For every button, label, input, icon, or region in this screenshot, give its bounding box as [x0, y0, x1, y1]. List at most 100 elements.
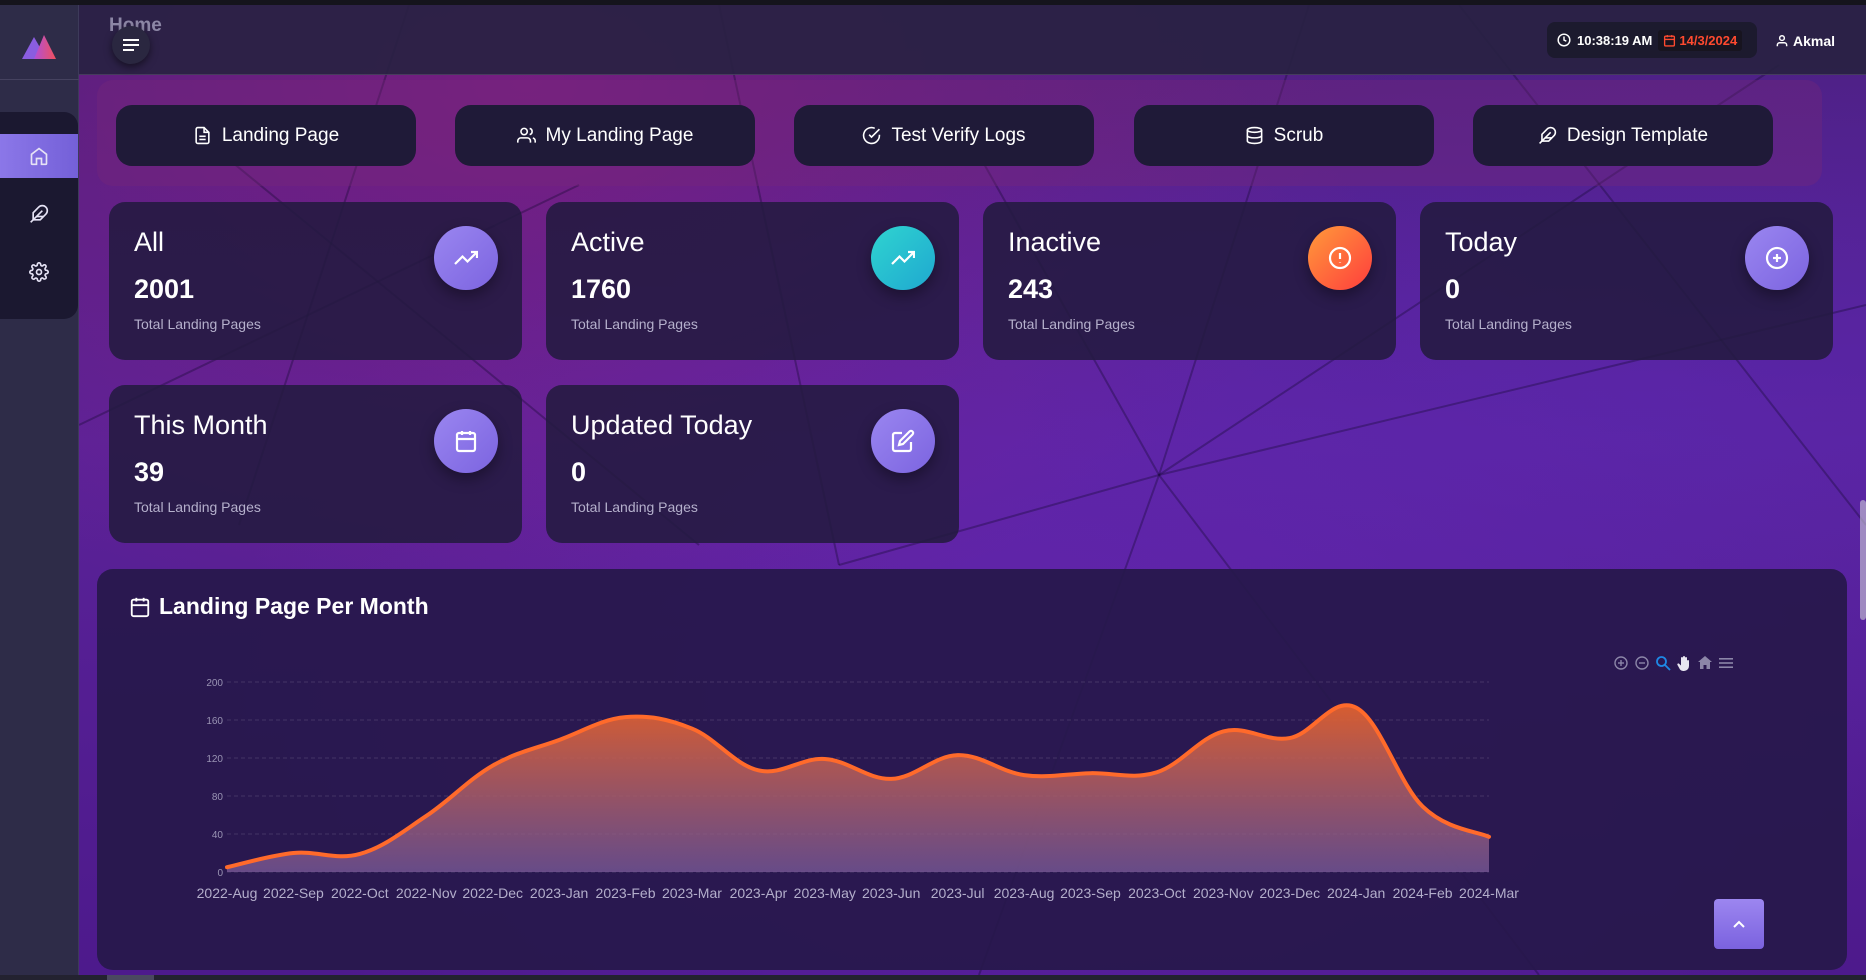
- stat-card-active: Active 1760 Total Landing Pages: [546, 202, 959, 360]
- x-tick-label: 2022-Oct: [331, 885, 389, 901]
- alert-circle-icon: [1328, 246, 1352, 270]
- x-tick-label: 2023-Jan: [530, 885, 588, 901]
- edit-icon: [891, 429, 915, 453]
- x-axis: 2022-Aug 2022-Sep 2022-Oct 2022-Nov 2022-Dec…: [197, 885, 1520, 901]
- menu-toggle-button[interactable]: [112, 26, 150, 64]
- shortcut-landing-page[interactable]: Landing Page: [116, 105, 416, 166]
- main-content: Home 10:38:19 AM 14/3/2024 Akmal Landing…: [79, 5, 1866, 975]
- shortcut-panel: Landing Page My Landing Page Test Verify…: [97, 80, 1822, 186]
- shortcut-test-verify-logs[interactable]: Test Verify Logs: [794, 105, 1094, 166]
- stat-subtitle: Total Landing Pages: [1008, 316, 1135, 332]
- y-axis: 0 40 80 120 160 200: [206, 678, 223, 879]
- calendar-icon: [455, 431, 477, 453]
- shortcut-label: Landing Page: [221, 124, 340, 146]
- x-tick-label: 2022-Dec: [462, 885, 523, 901]
- x-tick-label: 2023-May: [794, 885, 856, 901]
- user-menu[interactable]: Akmal: [1775, 33, 1835, 49]
- x-tick-label: 2024-Jan: [1327, 885, 1385, 901]
- trending-up-icon: [891, 250, 915, 265]
- stat-value: 243: [1008, 274, 1054, 304]
- horizontal-scrollbar[interactable]: [0, 975, 1866, 980]
- date-badge: 14/3/2024: [1658, 29, 1743, 51]
- x-tick-label: 2023-Sep: [1060, 885, 1121, 901]
- sidebar-item-design[interactable]: [0, 192, 78, 236]
- shortcut-label: Test Verify Logs: [891, 124, 1026, 146]
- vertical-scrollbar[interactable]: [1860, 500, 1866, 620]
- x-tick-label: 2023-Jun: [862, 885, 920, 901]
- stat-card-this-month: This Month 39 Total Landing Pages: [109, 385, 522, 543]
- shortcut-scrub[interactable]: Scrub: [1134, 105, 1434, 166]
- stat-value: 0: [571, 457, 587, 487]
- area-chart: 04080120160200 2022-Aug 2022-Sep 2022-Oct 2…: [197, 678, 1520, 901]
- stat-icon-badge: [434, 226, 498, 290]
- clock-icon: [1557, 33, 1571, 47]
- sidebar-nav: [0, 112, 78, 319]
- y-tick-label: 40: [212, 830, 224, 841]
- users-icon: [516, 127, 536, 143]
- stat-title: Updated Today: [571, 410, 753, 440]
- x-tick-label: 2023-Jul: [931, 885, 985, 901]
- x-tick-label: 2024-Feb: [1393, 885, 1453, 901]
- x-tick-label: 2023-Apr: [730, 885, 788, 901]
- sidebar-item-home[interactable]: [0, 134, 78, 178]
- y-tick-label: 80: [212, 792, 224, 803]
- stat-subtitle: Total Landing Pages: [1445, 316, 1572, 332]
- stat-icon-badge: [1745, 226, 1809, 290]
- document-icon: [195, 126, 210, 145]
- shortcut-label: Scrub: [1273, 124, 1324, 146]
- x-tick-label: 2022-Aug: [197, 885, 258, 901]
- home-icon: [30, 147, 48, 166]
- calendar-icon: [1664, 34, 1676, 47]
- x-tick-label: 2023-Aug: [994, 885, 1055, 901]
- x-tick-label: 2023-Oct: [1128, 885, 1186, 901]
- stat-icon-badge: [434, 409, 498, 473]
- stat-title: All: [134, 227, 165, 257]
- logo-icon[interactable]: [20, 29, 58, 63]
- feather-icon: [1538, 126, 1557, 144]
- shortcut-design-template[interactable]: Design Template: [1473, 105, 1773, 166]
- gear-icon: [29, 262, 49, 282]
- trending-up-icon: [454, 250, 478, 265]
- x-tick-label: 2023-Feb: [596, 885, 656, 901]
- stat-subtitle: Total Landing Pages: [134, 499, 261, 515]
- x-tick-label: 2022-Sep: [263, 885, 324, 901]
- menu-icon: [123, 39, 139, 51]
- series-area: [227, 705, 1489, 872]
- shortcut-label: Design Template: [1566, 124, 1709, 146]
- stat-subtitle: Total Landing Pages: [571, 316, 698, 332]
- scroll-to-top-button[interactable]: [1714, 899, 1764, 949]
- stat-title: Active: [571, 227, 645, 257]
- stat-value: 2001: [134, 274, 195, 304]
- current-date: 14/3/2024: [1679, 32, 1738, 48]
- y-tick-label: 160: [206, 716, 223, 727]
- stat-subtitle: Total Landing Pages: [571, 499, 698, 515]
- y-tick-label: 0: [217, 868, 223, 879]
- stat-value: 1760: [571, 274, 632, 304]
- current-time: 10:38:19 AM: [1577, 32, 1653, 48]
- stat-card-today: Today 0 Total Landing Pages: [1420, 202, 1833, 360]
- top-header: Home 10:38:19 AM 14/3/2024 Akmal: [79, 5, 1866, 75]
- x-tick-label: 2023-Dec: [1259, 885, 1320, 901]
- stat-card-inactive: Inactive 243 Total Landing Pages: [983, 202, 1396, 360]
- stat-subtitle: Total Landing Pages: [134, 316, 261, 332]
- stat-title: Today: [1445, 227, 1518, 257]
- sidebar-item-settings[interactable]: [0, 250, 78, 294]
- check-circle-icon: [863, 126, 881, 145]
- scrollbar-thumb[interactable]: [107, 975, 154, 980]
- shortcut-label: My Landing Page: [545, 124, 694, 146]
- x-tick-label: 2023-Mar: [662, 885, 722, 901]
- shortcut-my-landing-page[interactable]: My Landing Page: [455, 105, 755, 166]
- x-tick-label: 2024-Mar: [1459, 885, 1519, 901]
- stat-card-updated-today: Updated Today 0 Total Landing Pages: [546, 385, 959, 543]
- plus-circle-icon: [1765, 246, 1789, 270]
- sidebar-divider: [0, 79, 79, 80]
- y-tick-label: 200: [206, 678, 223, 689]
- chart-card: Landing Page Per Month 0 40 80 120 160 200 20…: [97, 569, 1847, 970]
- chevron-up-icon: [1733, 920, 1745, 928]
- stat-title: Inactive: [1008, 227, 1102, 257]
- stat-value: 0: [1445, 274, 1461, 304]
- stat-value: 39: [134, 457, 165, 487]
- clock-widget: 10:38:19 AM 14/3/2024: [1547, 22, 1757, 58]
- user-icon: [1776, 35, 1788, 47]
- stat-icon-badge: [871, 409, 935, 473]
